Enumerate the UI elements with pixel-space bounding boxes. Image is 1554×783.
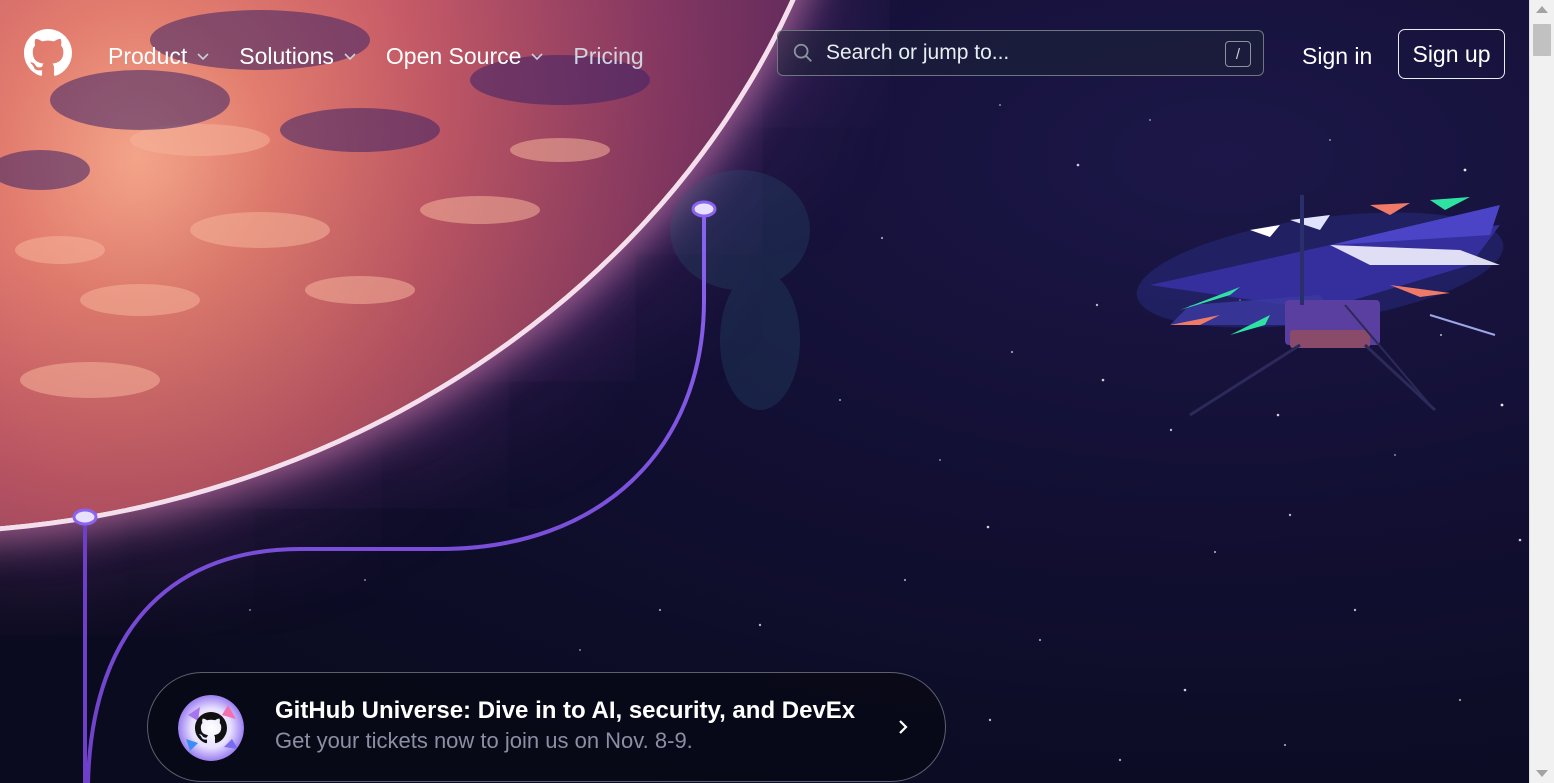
chevron-down-icon — [344, 53, 356, 61]
nav-solutions-dropdown[interactable]: Solutions — [239, 38, 358, 74]
github-mark-icon[interactable] — [24, 29, 72, 77]
banner-subtitle: Get your tickets now to join us on Nov. … — [275, 728, 693, 753]
banner-title: GitHub Universe: Dive in to AI, security… — [275, 697, 856, 724]
search-icon — [793, 43, 812, 62]
chevron-down-icon — [531, 53, 543, 61]
nav-pricing-label: Pricing — [573, 42, 644, 69]
nav-product-dropdown[interactable]: Product — [108, 38, 211, 74]
nav-open-source-label: Open Source — [385, 42, 522, 69]
site-header: Product Solutions Open Source Pricing Se… — [0, 0, 1529, 110]
search-shortcut-key: / — [1225, 41, 1251, 67]
nav-pricing-link[interactable]: Pricing — [573, 38, 643, 74]
chevron-right-icon — [899, 720, 908, 734]
sign-up-button[interactable]: Sign up — [1398, 29, 1505, 79]
search-placeholder: Search or jump to... — [826, 41, 1010, 64]
helicopter-drone-illustration — [1136, 195, 1504, 417]
nav-solutions-label: Solutions — [239, 42, 334, 69]
search-input[interactable]: Search or jump to... / — [777, 30, 1264, 76]
sign-in-link[interactable]: Sign in — [1302, 38, 1372, 74]
scroll-down-arrow-icon[interactable] — [1536, 770, 1548, 777]
universe-promo-banner[interactable]: GitHub Universe: Dive in to AI, security… — [147, 672, 946, 782]
main-nav: Product Solutions Open Source Pricing — [108, 38, 672, 74]
hero-viewport: Product Solutions Open Source Pricing Se… — [0, 0, 1529, 783]
page-scrollbar[interactable] — [1529, 0, 1554, 783]
universe-octocat-icon — [178, 695, 244, 761]
chevron-down-icon — [197, 53, 209, 61]
scroll-up-arrow-icon[interactable] — [1536, 6, 1548, 13]
nav-open-source-dropdown[interactable]: Open Source — [386, 38, 546, 74]
nav-product-label: Product — [108, 42, 188, 69]
scrollbar-thumb[interactable] — [1533, 24, 1551, 56]
